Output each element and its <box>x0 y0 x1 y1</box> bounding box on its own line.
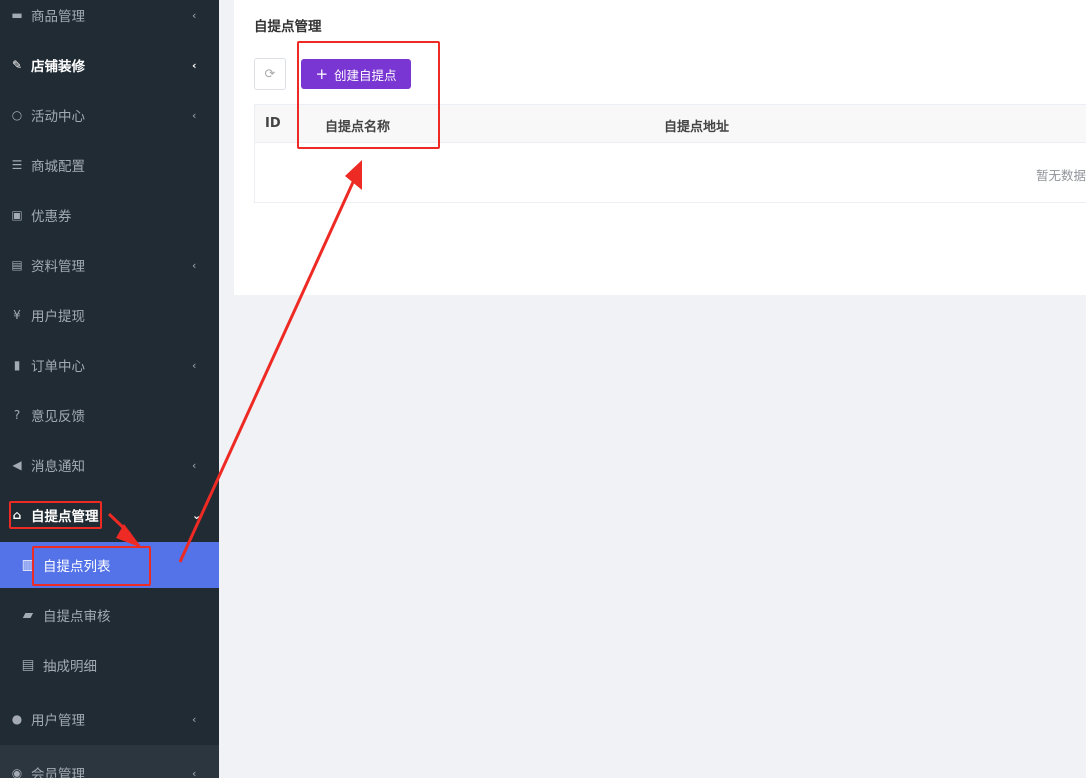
sidebar-item-products[interactable]: ▬ 商品管理 ‹ <box>0 0 219 40</box>
refresh-button[interactable]: ⟳ <box>254 58 286 90</box>
chevron-left-icon: ‹ <box>192 458 197 472</box>
building-icon: ▥ <box>21 557 35 573</box>
money-icon: ▣ <box>11 208 23 222</box>
sidebar-item-label: 订单中心 <box>31 359 85 375</box>
sidebar: ▬ 商品管理 ‹ ✎ 店铺装修 ‹ ○ 活动中心 ‹ ☰ 商城配置 ▣ 优惠券 … <box>0 0 219 778</box>
sidebar-item-mall-config[interactable]: ☰ 商城配置 <box>0 140 219 190</box>
sidebar-item-materials[interactable]: ▤ 资料管理 ‹ <box>0 240 219 290</box>
sidebar-subitem-label: 自提点审核 <box>43 609 111 625</box>
chevron-left-icon: ‹ <box>192 358 197 372</box>
column-header-address[interactable]: 自提点地址 <box>664 116 729 135</box>
sidebar-item-label: 资料管理 <box>31 259 85 275</box>
sliders-icon: ☰ <box>11 158 23 172</box>
sidebar-item-withdrawals[interactable]: ¥ 用户提现 <box>0 290 219 340</box>
sidebar-subitem-label: 抽成明细 <box>43 659 97 675</box>
user-icon: ● <box>11 712 23 726</box>
sidebar-item-label: 意见反馈 <box>31 409 85 425</box>
sidebar-item-coupons[interactable]: ▣ 优惠券 <box>0 190 219 240</box>
sidebar-item-label: 消息通知 <box>31 459 85 475</box>
sidebar-item-pickup-management[interactable]: ⌂ 自提点管理 ⌄ <box>0 490 219 540</box>
column-header-name[interactable]: 自提点名称 <box>325 116 390 135</box>
sidebar-item-label: 店铺装修 <box>31 59 85 75</box>
sidebar-item-orders[interactable]: ▮ 订单中心 ‹ <box>0 340 219 390</box>
sidebar-item-activity-center[interactable]: ○ 活动中心 ‹ <box>0 90 219 140</box>
create-pickup-point-button[interactable]: + 创建自提点 <box>301 59 411 89</box>
table-header: ID 自提点名称 自提点地址 <box>255 105 1086 143</box>
sidebar-subitem-pickup-list[interactable]: ▥ 自提点列表 <box>0 542 219 588</box>
file-text-icon: ▤ <box>21 657 35 673</box>
sidebar-item-label: 会员管理 <box>31 767 85 778</box>
document-icon: ▤ <box>11 258 23 272</box>
sidebar-subitem-pickup-review[interactable]: ▰ 自提点审核 <box>0 592 219 638</box>
sidebar-item-label: 商城配置 <box>31 159 85 175</box>
chevron-down-icon: ⌄ <box>192 508 202 522</box>
sidebar-item-feedback[interactable]: ? 意见反馈 <box>0 390 219 440</box>
sidebar-item-member-management[interactable]: ◉ 会员管理 ‹ <box>0 748 219 778</box>
brush-icon: ✎ <box>11 58 23 72</box>
sidebar-item-store-decoration[interactable]: ✎ 店铺装修 ‹ <box>0 40 219 90</box>
question-icon: ? <box>13 408 21 422</box>
sidebar-item-label: 自提点管理 <box>31 509 99 525</box>
file-icon: ▮ <box>13 358 21 372</box>
sidebar-item-notifications[interactable]: ◀ 消息通知 ‹ <box>0 440 219 490</box>
sidebar-item-label: 商品管理 <box>31 9 85 25</box>
sidebar-item-label: 优惠券 <box>31 209 72 225</box>
sidebar-item-label: 用户提现 <box>31 309 85 325</box>
sidebar-item-label: 用户管理 <box>31 713 85 729</box>
column-header-id[interactable]: ID <box>265 116 281 131</box>
book-icon: ▰ <box>22 607 34 623</box>
bank-icon: ⌂ <box>12 508 22 522</box>
chevron-left-icon: ‹ <box>192 258 197 272</box>
chevron-left-icon: ‹ <box>192 108 197 122</box>
circle-icon: ○ <box>11 108 23 122</box>
chevron-left-icon: ‹ <box>192 712 197 726</box>
user-circle-icon: ◉ <box>11 766 23 778</box>
archive-icon: ▬ <box>11 8 23 22</box>
chevron-left-icon: ‹ <box>192 766 197 778</box>
sidebar-subitem-commission-details[interactable]: ▤ 抽成明细 <box>0 642 219 688</box>
pickup-points-table: ID 自提点名称 自提点地址 暂无数据 <box>254 104 1086 203</box>
content-panel: 自提点管理 ⟳ + 创建自提点 ID 自提点名称 自提点地址 暂无数据 <box>234 0 1086 295</box>
empty-state-text: 暂无数据 <box>1036 168 1086 183</box>
sidebar-item-user-management[interactable]: ● 用户管理 ‹ <box>0 694 219 744</box>
chevron-left-icon: ‹ <box>192 8 197 22</box>
chevron-left-icon: ‹ <box>192 58 197 72</box>
page-title: 自提点管理 <box>254 19 322 35</box>
create-button-label: 创建自提点 <box>334 67 397 83</box>
sidebar-item-label: 活动中心 <box>31 109 85 125</box>
plus-icon: + <box>315 64 329 83</box>
bullhorn-icon: ◀ <box>12 458 22 472</box>
refresh-icon: ⟳ <box>264 66 276 82</box>
yen-icon: ¥ <box>13 308 21 322</box>
sidebar-subitem-label: 自提点列表 <box>43 559 111 575</box>
